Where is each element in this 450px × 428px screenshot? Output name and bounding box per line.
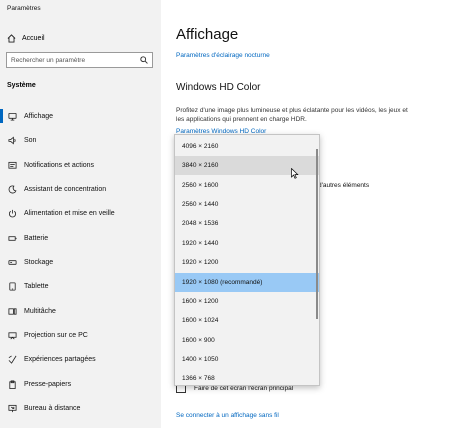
monitor-icon xyxy=(8,112,17,121)
sidebar-item-label: Multitâche xyxy=(24,307,56,315)
sidebar-item-label: Son xyxy=(24,136,37,144)
sidebar-item-8[interactable]: Tablette xyxy=(0,274,161,298)
scrollbar-thumb[interactable] xyxy=(316,149,318,319)
scale-text-partial: d'autres éléments xyxy=(318,182,370,189)
sidebar-item-1[interactable]: Affichage xyxy=(0,104,161,128)
moon-icon xyxy=(8,184,17,193)
search-icon[interactable] xyxy=(140,56,148,64)
section-heading: Système xyxy=(7,82,36,89)
sidebar-item-label: Batterie xyxy=(24,234,49,242)
power-icon xyxy=(8,209,17,217)
sidebar-item-label: Expériences partagées xyxy=(24,355,96,363)
resolution-option[interactable]: 4096 × 2160 xyxy=(175,137,319,156)
tablet-icon xyxy=(9,281,16,291)
sidebar-item-label: Bureau à distance xyxy=(24,404,81,412)
resolution-option[interactable]: 2048 × 1536 xyxy=(175,214,319,233)
projection-icon xyxy=(8,331,17,339)
wireless-display-link[interactable]: Se connecter à un affichage sans fil xyxy=(176,412,279,419)
resolution-option[interactable]: 1400 × 1050 xyxy=(175,350,319,369)
battery-icon xyxy=(8,235,17,241)
storage-icon xyxy=(8,259,17,265)
sidebar-item-label: Stockage xyxy=(24,258,54,266)
resolution-option[interactable]: 1920 × 1080 (recommandé) xyxy=(175,272,319,292)
sidebar-item-2[interactable]: Son xyxy=(0,128,161,152)
sidebar-item-label: Tablette xyxy=(24,282,49,290)
sidebar-item-10[interactable]: Projection sur ce PC xyxy=(0,323,161,347)
resolution-option[interactable]: 1920 × 1440 xyxy=(175,234,319,253)
sidebar-item-13[interactable]: Bureau à distance xyxy=(0,396,161,420)
hdr-description: Profitez d'une image plus lumineuse et p… xyxy=(176,107,408,123)
resolution-option[interactable]: 1600 × 1200 xyxy=(175,292,319,311)
resolution-option[interactable]: 1920 × 1200 xyxy=(175,253,319,272)
sidebar-item-label: Notifications et actions xyxy=(24,161,95,169)
sidebar-item-label: Projection sur ce PC xyxy=(24,331,88,339)
mouse-cursor-icon xyxy=(291,168,299,179)
sidebar-item-12[interactable]: Presse-papiers xyxy=(0,372,161,396)
sidebar-item-7[interactable]: Stockage xyxy=(0,250,161,274)
speaker-icon xyxy=(8,135,16,145)
search-box[interactable] xyxy=(6,52,153,68)
sidebar-item-label: Assistant de concentration xyxy=(24,185,107,193)
sidebar-item-3[interactable]: Notifications et actions xyxy=(0,153,161,177)
hdr-heading: Windows HD Color xyxy=(176,82,261,93)
resolution-option[interactable]: 1366 × 768 xyxy=(175,369,319,385)
resolution-option[interactable]: 1600 × 900 xyxy=(175,331,319,350)
sidebar: Paramètres Accueil Système Affichage Son N… xyxy=(0,0,161,428)
resolution-option[interactable]: 2560 × 1440 xyxy=(175,195,319,214)
home-icon xyxy=(7,33,16,43)
page-title: Affichage xyxy=(176,26,239,43)
search-input[interactable] xyxy=(11,53,135,67)
sidebar-item-label: Alimentation et mise en veille xyxy=(24,209,115,217)
sidebar-item-4[interactable]: Assistant de concentration xyxy=(0,177,161,201)
home-label: Accueil xyxy=(22,34,45,42)
sidebar-item-6[interactable]: Batterie xyxy=(0,226,161,250)
notification-icon xyxy=(8,161,17,169)
shared-icon xyxy=(8,355,17,364)
night-light-link[interactable]: Paramètres d'éclairage nocturne xyxy=(176,52,270,59)
sidebar-item-11[interactable]: Expériences partagées xyxy=(0,347,161,371)
multitask-icon xyxy=(8,307,17,315)
sidebar-item-5[interactable]: Alimentation et mise en veille xyxy=(0,201,161,225)
resolution-option[interactable]: 1600 × 1024 xyxy=(175,311,319,330)
clipboard-icon xyxy=(9,379,16,389)
sidebar-item-9[interactable]: Multitâche xyxy=(0,299,161,323)
sidebar-item-label: Affichage xyxy=(24,112,54,120)
remote-desktop-icon xyxy=(8,404,17,412)
app-title: Paramètres xyxy=(7,5,41,12)
sidebar-item-label: Presse-papiers xyxy=(24,380,72,388)
home-link[interactable]: Accueil xyxy=(7,32,45,44)
